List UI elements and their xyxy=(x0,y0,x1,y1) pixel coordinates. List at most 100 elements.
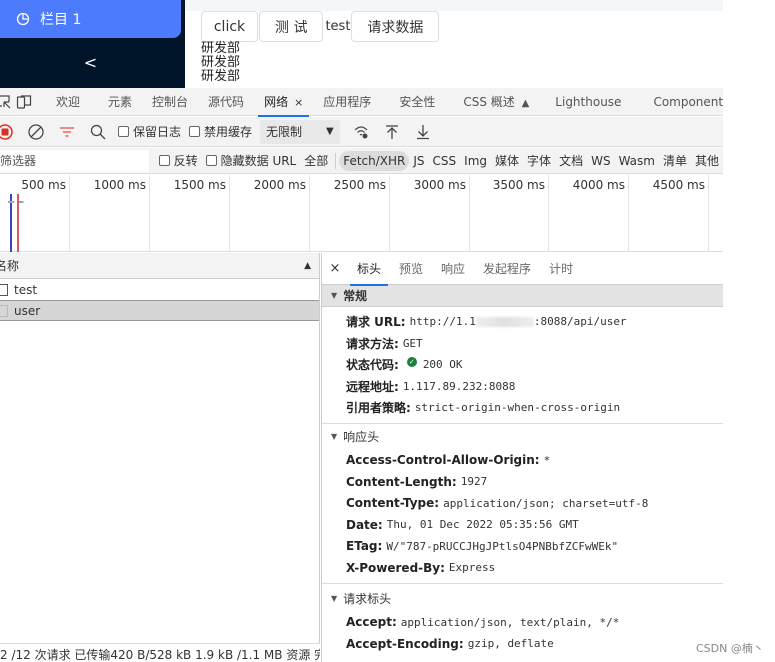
clear-icon[interactable] xyxy=(25,121,47,143)
click-button[interactable]: click xyxy=(201,11,258,42)
header-key: 远程地址: xyxy=(346,379,399,394)
general-section-header[interactable]: ▼ 常规 xyxy=(322,285,723,307)
device-toolbar-icon[interactable] xyxy=(16,91,32,113)
request-header-rows: Accept: application/json, text/plain, */*… xyxy=(322,610,723,655)
throttling-select[interactable]: 无限制 ▼ xyxy=(260,119,340,144)
invert-checkbox[interactable]: 反转 xyxy=(158,152,198,169)
close-detail-icon[interactable]: × xyxy=(322,261,348,276)
close-tab-icon[interactable]: × xyxy=(294,96,303,109)
header-value: GET xyxy=(402,336,423,350)
filter-type-js[interactable]: JS xyxy=(409,151,428,171)
import-har-icon[interactable] xyxy=(381,121,403,143)
sidebar: 栏目 1 < xyxy=(0,0,185,88)
header-key: 请求方法: xyxy=(346,336,399,351)
header-value: * xyxy=(543,453,551,467)
header-key: Accept-Encoding: xyxy=(346,636,464,651)
header-key: 引用者策略: xyxy=(346,401,411,416)
header-key: Access-Control-Allow-Origin: xyxy=(346,453,540,468)
network-overview-timeline[interactable]: 500 ms 1000 ms 1500 ms 2000 ms 2500 ms 3… xyxy=(0,175,723,252)
filter-input[interactable]: 筛选器 xyxy=(0,149,149,172)
section-title: 常规 xyxy=(343,289,368,303)
timeline-tick: 4000 ms xyxy=(549,175,629,252)
collapse-sidebar-button[interactable]: < xyxy=(0,46,181,80)
filter-type-font[interactable]: 字体 xyxy=(523,151,555,171)
header-row-remote-address: 远程地址: 1.117.89.232:8088 xyxy=(322,376,723,398)
header-value: W/"787-pRUCCJHgJPtlsO4PNBbfZCFwWEk" xyxy=(386,539,619,553)
record-icon[interactable] xyxy=(0,121,16,143)
screen: 栏目 1 < click 测 试 test 请求数据 研发部 研发部 研发部 欢… xyxy=(0,0,723,662)
devtools-tabbar: 欢迎 元素 控制台 源代码 网络 × 应用程序 安全性 CSS 概述 ▲ Ligh… xyxy=(0,88,723,117)
header-key: Content-Type: xyxy=(346,496,440,511)
timeline-tick: 2500 ms xyxy=(310,175,390,252)
devtools-panel: 欢迎 元素 控制台 源代码 网络 × 应用程序 安全性 CSS 概述 ▲ Ligh… xyxy=(0,88,723,662)
detail-tab-preview[interactable]: 预览 xyxy=(390,253,432,285)
network-conditions-icon[interactable] xyxy=(350,121,372,143)
response-header-row: Access-Control-Allow-Origin: * xyxy=(322,450,723,472)
tab-console[interactable]: 控制台 xyxy=(142,88,198,116)
tab-elements[interactable]: 元素 xyxy=(98,88,142,116)
request-row-user[interactable]: user xyxy=(0,300,319,321)
filter-icon[interactable] xyxy=(56,121,78,143)
tab-sources[interactable]: 源代码 xyxy=(198,88,254,116)
pie-chart-icon xyxy=(16,12,30,26)
filter-type-css[interactable]: CSS xyxy=(429,151,461,171)
timeline-tick: 1500 ms xyxy=(150,175,230,252)
filter-bar: 筛选器 反转 隐藏数据 URL 全部 Fetch/XHR JS CSS Img … xyxy=(0,148,723,174)
fetch-data-button[interactable]: 请求数据 xyxy=(351,11,440,42)
header-key: 请求 URL: xyxy=(346,315,406,330)
preserve-log-checkbox[interactable]: 保留日志 xyxy=(118,123,181,140)
header-key: Accept: xyxy=(346,615,397,630)
filter-type-all[interactable]: 全部 xyxy=(300,151,332,171)
detail-tab-initiator[interactable]: 发起程序 xyxy=(474,253,540,285)
tab-lighthouse[interactable]: Lighthouse xyxy=(545,88,631,116)
inspect-element-icon[interactable] xyxy=(0,91,12,113)
header-value: gzip, deflate xyxy=(467,637,554,651)
detail-tab-headers[interactable]: 标头 xyxy=(348,253,390,286)
tab-network-label: 网络 xyxy=(264,94,289,109)
filter-type-ws[interactable]: WS xyxy=(587,151,614,171)
response-header-row: Content-Type: application/json; charset=u… xyxy=(322,493,723,515)
filter-type-img[interactable]: Img xyxy=(460,151,491,171)
header-key: 状态代码: xyxy=(346,358,399,373)
filter-type-media[interactable]: 媒体 xyxy=(491,151,523,171)
tab-css-overview-label: CSS 概述 xyxy=(463,94,515,109)
tab-css-overview[interactable]: CSS 概述 ▲ xyxy=(453,88,539,116)
disable-cache-label: 禁用缓存 xyxy=(204,125,253,139)
filter-type-doc[interactable]: 文档 xyxy=(555,151,587,171)
tab-security[interactable]: 安全性 xyxy=(389,88,445,116)
invert-label: 反转 xyxy=(173,154,198,168)
tab-network[interactable]: 网络 × xyxy=(254,88,313,117)
response-headers-section: ▼ 响应头 Access-Control-Allow-Origin: * Cont… xyxy=(322,426,723,584)
test-button[interactable]: 测 试 xyxy=(259,11,324,42)
tab-application[interactable]: 应用程序 xyxy=(313,88,381,116)
filter-type-other[interactable]: 其他 xyxy=(691,151,723,171)
url-prefix: http://1.1 xyxy=(409,315,476,329)
response-headers-header[interactable]: ▼ 响应头 xyxy=(322,426,723,448)
menu-item-label: 栏目 1 xyxy=(40,12,82,28)
tab-components[interactable]: Components xyxy=(643,88,723,116)
header-value: strict-origin-when-cross-origin xyxy=(414,401,621,415)
sidebar-menu-item-1[interactable]: 栏目 1 xyxy=(0,0,181,38)
header-row-referrer-policy: 引用者策略: strict-origin-when-cross-origin xyxy=(322,397,723,419)
hide-data-urls-label: 隐藏数据 URL xyxy=(220,154,297,168)
csdn-watermark: CSDN @楠丶 xyxy=(696,642,764,655)
collapse-triangle-icon: ▼ xyxy=(331,432,338,441)
request-row-test[interactable]: test xyxy=(0,279,319,300)
filter-type-manifest[interactable]: 清单 xyxy=(659,151,691,171)
hide-data-urls-checkbox[interactable]: 隐藏数据 URL xyxy=(205,152,297,169)
throttling-value: 无限制 xyxy=(266,125,303,139)
checkbox-box xyxy=(118,126,129,137)
detail-tab-response[interactable]: 响应 xyxy=(432,253,474,285)
header-value: Express xyxy=(448,561,496,575)
response-header-rows: Access-Control-Allow-Origin: * Content-Le… xyxy=(322,448,723,583)
sort-ascending-icon: ▲ xyxy=(304,260,311,271)
request-headers-header[interactable]: ▼ 请求标头 xyxy=(322,588,723,610)
request-list-header[interactable]: 名称 ▲ xyxy=(0,253,319,279)
filter-type-wasm[interactable]: Wasm xyxy=(615,151,659,171)
export-har-icon[interactable] xyxy=(412,121,434,143)
disable-cache-checkbox[interactable]: 禁用缓存 xyxy=(189,123,252,140)
detail-tab-timing[interactable]: 计时 xyxy=(540,253,582,285)
filter-type-fetch-xhr[interactable]: Fetch/XHR xyxy=(339,150,410,171)
search-icon[interactable] xyxy=(87,121,109,143)
tab-welcome[interactable]: 欢迎 xyxy=(46,88,90,116)
